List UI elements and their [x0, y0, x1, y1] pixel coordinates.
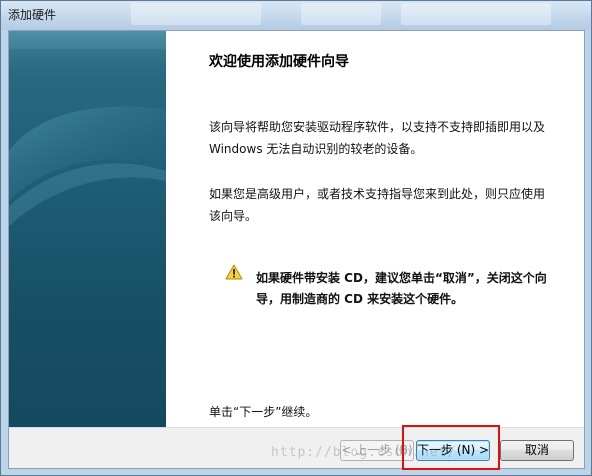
watermark-text: http://blog.csdn.net/: [271, 445, 457, 460]
continue-instruction: 单击“下一步”继续。: [209, 405, 318, 419]
wizard-sidebar-graphic: [9, 31, 166, 427]
warning-line: 导，用制造商的 CD 来安装这个硬件。: [256, 292, 464, 306]
add-hardware-window: 添加硬件 欢迎使用添加硬件向导 该向导将帮助您安装驱动程序软件，以支持不支持即插…: [0, 0, 592, 476]
intro-paragraph: 该向导将帮助您安装驱动程序软件，以支持不支持即插即用以及 Windows 无法自…: [209, 116, 569, 160]
wizard-heading: 欢迎使用添加硬件向导: [209, 54, 349, 70]
wizard-content: 欢迎使用添加硬件向导 该向导将帮助您安装驱动程序软件，以支持不支持即插即用以及 …: [166, 31, 584, 427]
intro-line: 该向导将帮助您安装驱动程序软件，以支持不支持即插即用以及: [209, 120, 546, 134]
warning-triangle-icon: [225, 264, 243, 280]
title-bar-glass: [301, 3, 381, 25]
intro-line: Windows 无法自动识别的较老的设备。: [209, 142, 423, 156]
warning-line: 如果硬件带安装 CD，建议您单击“取消”，关闭这个向: [256, 271, 547, 285]
advanced-line: 该向导。: [209, 209, 258, 223]
advanced-user-paragraph: 如果您是高级用户，或者技术支持指导您来到此处，则只应使用 该向导。: [209, 183, 569, 227]
cancel-button[interactable]: 取消: [500, 440, 574, 461]
title-bar[interactable]: 添加硬件: [1, 1, 591, 30]
wizard-client-area: 欢迎使用添加硬件向导 该向导将帮助您安装驱动程序软件，以支持不支持即插即用以及 …: [8, 30, 585, 469]
advanced-line: 如果您是高级用户，或者技术支持指导您来到此处，则只应使用: [209, 187, 546, 201]
warning-message: 如果硬件带安装 CD，建议您单击“取消”，关闭这个向 导，用制造商的 CD 来安…: [256, 268, 576, 310]
window-title: 添加硬件: [8, 8, 57, 22]
title-bar-glass: [401, 3, 551, 25]
sidebar-swoosh: [9, 31, 166, 226]
title-bar-glass: [131, 3, 261, 25]
